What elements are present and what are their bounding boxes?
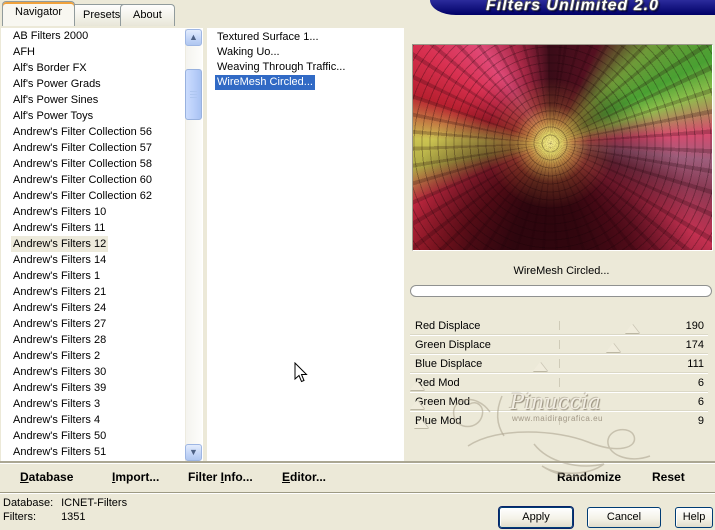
- filter-info-button[interactable]: Filter Info...: [188, 470, 253, 484]
- slider-value: 111: [687, 358, 704, 370]
- title-banner: Filters Unlimited 2.0: [430, 0, 715, 15]
- collection-item[interactable]: Andrew's Filters 50: [1, 428, 203, 444]
- database-button[interactable]: Database: [20, 470, 73, 484]
- collection-item[interactable]: Andrew's Filters 39: [1, 380, 203, 396]
- slider-thumb[interactable]: [410, 400, 424, 409]
- filters-count: 1351: [61, 511, 86, 523]
- slider-thumb[interactable]: [606, 343, 621, 352]
- command-bar: Database Import... Filter Info... Editor…: [0, 463, 715, 492]
- filter-item[interactable]: Textured Surface 1...: [207, 30, 404, 45]
- status-database: Database: ICNET-Filters: [3, 497, 128, 509]
- collection-item[interactable]: Andrew's Filters 30: [1, 364, 203, 380]
- slider-green-displace[interactable]: Green Displace 174: [410, 335, 708, 354]
- collection-item[interactable]: Andrew's Filter Collection 56: [1, 124, 203, 140]
- slider-label: Blue Displace: [415, 358, 483, 370]
- collection-item[interactable]: Andrew's Filter Collection 57: [1, 140, 203, 156]
- randomize-button[interactable]: Randomize: [557, 470, 621, 484]
- collection-item-selected[interactable]: Andrew's Filters 12: [1, 236, 203, 252]
- slider-thumb[interactable]: [410, 381, 424, 390]
- status-filters: Filters: 1351: [3, 511, 86, 523]
- collection-item[interactable]: Andrew's Filter Collection 62: [1, 188, 203, 204]
- reset-button[interactable]: Reset: [652, 470, 685, 484]
- slider-thumb[interactable]: [625, 324, 640, 333]
- filters-unlimited-dialog: Presets About Navigator Filters Unlimite…: [0, 0, 715, 530]
- collection-list[interactable]: AB Filters 2000 AFH Alf's Border FX Alf'…: [1, 28, 203, 462]
- help-button[interactable]: Help: [675, 507, 713, 528]
- apply-button[interactable]: Apply: [499, 507, 573, 528]
- collection-item[interactable]: Andrew's Filters 10: [1, 204, 203, 220]
- collection-item[interactable]: Andrew's Filters 4: [1, 412, 203, 428]
- collection-item[interactable]: Andrew's Filters 2: [1, 348, 203, 364]
- collection-item[interactable]: Andrew's Filters 28: [1, 332, 203, 348]
- collection-item[interactable]: Andrew's Filters 3: [1, 396, 203, 412]
- parameter-sliders: Red Displace 190 Green Displace 174 Blue…: [410, 317, 708, 430]
- filter-item-selected[interactable]: WireMesh Circled...: [207, 75, 404, 90]
- collection-scrollbar[interactable]: ▲ ▼: [185, 29, 202, 461]
- collection-item[interactable]: Andrew's Filters 51: [1, 444, 203, 460]
- import-button[interactable]: Import...: [112, 470, 159, 484]
- collection-item[interactable]: Alf's Power Sines: [1, 92, 203, 108]
- slider-label: Green Displace: [415, 339, 491, 351]
- slider-value: 190: [685, 320, 704, 332]
- scrollbar-thumb[interactable]: [185, 69, 202, 120]
- collection-item[interactable]: Andrew's Filter Collection 58: [1, 156, 203, 172]
- collection-item[interactable]: Andrew's Filters 1: [1, 268, 203, 284]
- slider-thumb[interactable]: [532, 362, 547, 371]
- slider-value: 6: [697, 396, 704, 408]
- slider-thumb[interactable]: [413, 419, 428, 428]
- app-title: Filters Unlimited 2.0: [485, 0, 660, 14]
- slider-red-displace[interactable]: Red Displace 190: [410, 317, 708, 335]
- collection-item[interactable]: Andrew's Filter Collection 60: [1, 172, 203, 188]
- slider-value: 6: [697, 377, 704, 389]
- collection-item[interactable]: AFH: [1, 44, 203, 60]
- collection-item[interactable]: Andrew's Filters 24: [1, 300, 203, 316]
- collection-item[interactable]: Alf's Power Grads: [1, 76, 203, 92]
- scroll-down-icon[interactable]: ▼: [185, 444, 202, 461]
- collection-item[interactable]: Andrew's Filters 11: [1, 220, 203, 236]
- collection-item[interactable]: Alf's Border FX: [1, 60, 203, 76]
- editor-button[interactable]: Editor...: [282, 470, 326, 484]
- cancel-button[interactable]: Cancel: [587, 507, 661, 528]
- slider-blue-mod[interactable]: Blue Mod 9: [410, 411, 708, 430]
- tab-navigator[interactable]: Navigator: [2, 1, 76, 26]
- collection-item[interactable]: Andrew's Filters 14: [1, 252, 203, 268]
- slider-green-mod[interactable]: Green Mod 6: [410, 392, 708, 411]
- slider-red-mod[interactable]: Red Mod 6: [410, 373, 708, 392]
- filter-item[interactable]: Weaving Through Traffic...: [207, 60, 404, 75]
- slider-value: 174: [685, 339, 704, 351]
- tab-about[interactable]: About: [120, 4, 175, 26]
- slider-value: 9: [697, 415, 704, 427]
- collection-item[interactable]: Alf's Power Toys: [1, 108, 203, 124]
- filter-list[interactable]: Textured Surface 1... Waking Uo... Weavi…: [207, 28, 404, 462]
- slider-blue-displace[interactable]: Blue Displace 111: [410, 354, 708, 373]
- selected-filter-name: WireMesh Circled...: [513, 265, 610, 277]
- slider-label: Red Displace: [415, 320, 481, 332]
- scroll-up-icon[interactable]: ▲: [185, 29, 202, 46]
- collection-item[interactable]: Andrew's Filters 21: [1, 284, 203, 300]
- divider: [0, 492, 715, 494]
- progress-bar: [410, 285, 712, 297]
- filter-item[interactable]: Waking Uo...: [207, 45, 404, 60]
- collection-item[interactable]: AB Filters 2000: [1, 28, 203, 44]
- collection-item[interactable]: Andrew's Filters 27: [1, 316, 203, 332]
- mouse-cursor-icon: [294, 362, 308, 383]
- filter-preview-image: [412, 44, 713, 251]
- database-value: ICNET-Filters: [61, 497, 128, 509]
